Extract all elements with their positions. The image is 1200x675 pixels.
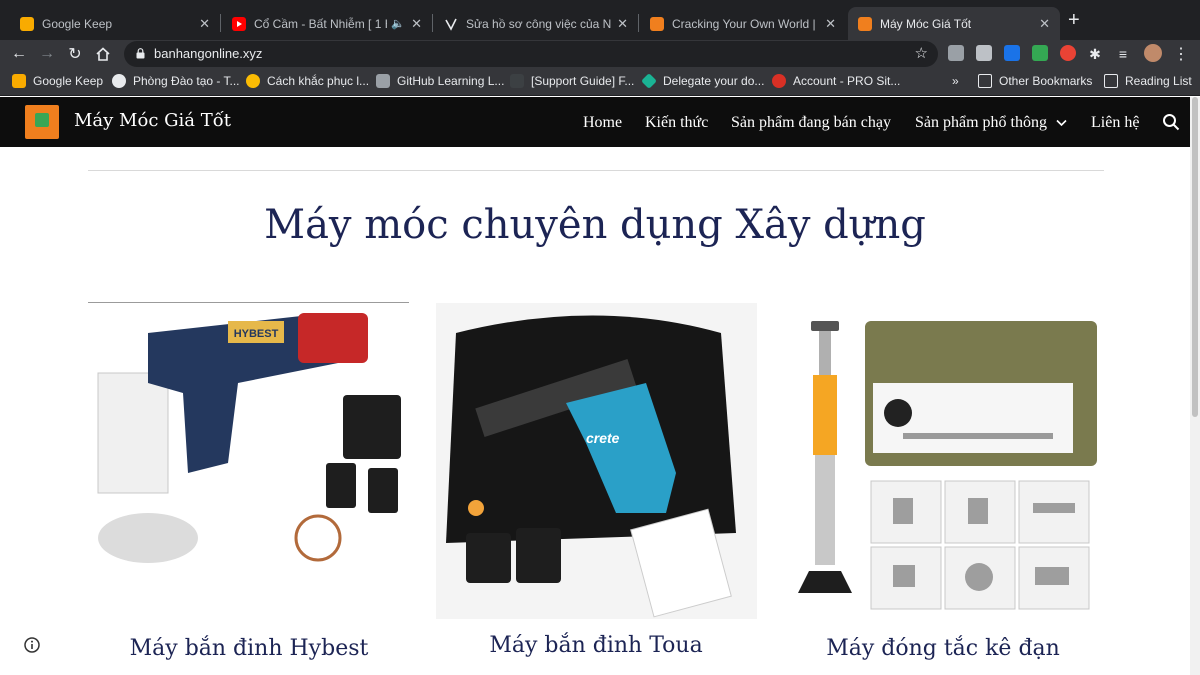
bookmark-star-icon[interactable]: ☆ [915, 44, 928, 62]
nav-lien-he[interactable]: Liên hệ [1091, 114, 1139, 132]
bookmarks-bar: Google Keep Phòng Đào tạo - T... Cách kh… [0, 68, 1200, 96]
google-keep-icon [20, 16, 34, 31]
product-image-hybest[interactable]: HYBEST [88, 303, 409, 583]
bookmark-item[interactable]: Google Keep [12, 74, 103, 88]
close-icon[interactable]: ✕ [825, 16, 836, 32]
media-control-icon[interactable]: ≡ [1112, 43, 1134, 65]
lock-icon [136, 48, 145, 59]
other-bookmarks-button[interactable]: Other Bookmarks [978, 74, 1092, 88]
home-button[interactable] [92, 43, 114, 65]
extension-icon[interactable] [976, 45, 992, 61]
url-text[interactable]: banhangonline.xyz [154, 46, 262, 61]
product-image-tac-ke[interactable] [783, 303, 1104, 621]
bookmark-item[interactable]: Account - PRO Sit... [772, 74, 900, 88]
product-image-toua[interactable]: crete [436, 303, 757, 619]
nav-san-pham-pho-thong[interactable]: Sản phẩm phổ thông [915, 114, 1047, 132]
tab-strip: Google Keep ✕ Cổ Cầm - Bất Nhiễm [ 1 Ho … [0, 0, 1200, 40]
back-button[interactable]: ← [8, 43, 30, 65]
bookmark-item[interactable]: Phòng Đào tạo - T... [112, 74, 240, 88]
upwork-icon [444, 17, 458, 31]
search-icon[interactable] [1162, 113, 1180, 131]
google-keep-icon [12, 74, 26, 88]
tab-title: Cracking Your Own World | Jus [672, 16, 819, 31]
divider [88, 170, 1104, 171]
site-logo[interactable] [25, 105, 59, 139]
bookmark-favicon-icon [641, 73, 657, 89]
bookmark-item[interactable]: [Support Guide] F... [510, 74, 634, 88]
close-icon[interactable]: ✕ [1039, 16, 1050, 32]
address-bar[interactable]: banhangonline.xyz ☆ [124, 41, 938, 67]
extension-icon[interactable] [1060, 45, 1076, 61]
tab-google-keep[interactable]: Google Keep ✕ [10, 7, 220, 40]
youtube-icon [232, 16, 246, 31]
tab-title: Google Keep [42, 16, 113, 31]
tab-separator [432, 14, 433, 32]
bookmark-favicon-icon [510, 74, 524, 88]
nav-san-pham-ban-chay[interactable]: Sản phẩm đang bán chạy [731, 114, 891, 132]
bookmark-item[interactable]: GitHub Learning L... [376, 74, 504, 88]
product-title-toua[interactable]: Máy bắn đinh Toua [426, 633, 766, 658]
product-title-tac-ke[interactable]: Máy đóng tắc kê đạn [773, 636, 1113, 661]
extension-check-icon[interactable] [1004, 45, 1020, 61]
site-favicon-icon [650, 16, 664, 31]
close-icon[interactable]: ✕ [411, 16, 422, 32]
forward-button[interactable]: → [36, 43, 58, 65]
brand-label: HYBEST [234, 328, 279, 340]
extension-icon[interactable] [948, 45, 964, 61]
page-title: Máy móc chuyên dụng Xây dựng [264, 202, 926, 248]
github-icon [376, 74, 390, 88]
globe-icon [112, 74, 126, 88]
nav-kien-thuc[interactable]: Kiến thức [645, 114, 708, 132]
menu-kebab-icon[interactable]: ⋮ [1170, 43, 1192, 65]
bookmark-item[interactable]: Delegate your do... [641, 73, 764, 89]
reload-button[interactable]: ↻ [64, 43, 86, 65]
bookmark-favicon-icon [246, 74, 260, 88]
bookmark-item[interactable]: Cách khắc phục l... [246, 74, 369, 88]
tab-title: Máy Móc Giá Tốt [880, 16, 972, 31]
site-favicon-icon [858, 16, 872, 31]
info-icon[interactable] [24, 637, 40, 653]
logo-mark [35, 113, 49, 127]
tab-title: Sửa hồ sơ công việc của Nguy [466, 16, 612, 31]
close-icon[interactable]: ✕ [617, 16, 628, 32]
site-header: Máy Móc Giá Tốt Home Kiến thức Sản phẩm … [0, 97, 1190, 147]
home-icon [96, 47, 110, 61]
tab-cracking[interactable]: Cracking Your Own World | Jus ✕ [640, 7, 846, 40]
product-title-hybest[interactable]: Máy bắn đinh Hybest [79, 636, 419, 661]
folder-icon [978, 74, 992, 88]
chevron-down-icon[interactable] [1056, 119, 1067, 127]
close-icon[interactable]: ✕ [199, 16, 210, 32]
tab-youtube[interactable]: Cổ Cầm - Bất Nhiễm [ 1 Ho 🔈 ✕ [222, 7, 432, 40]
reading-list-icon [1104, 74, 1118, 88]
bookmarks-overflow-button[interactable]: » [952, 74, 959, 88]
profile-avatar[interactable] [1144, 44, 1162, 62]
tab-upwork[interactable]: Sửa hồ sơ công việc của Nguy ✕ [434, 7, 638, 40]
tab-title: Cổ Cầm - Bất Nhiễm [ 1 Ho [254, 16, 388, 31]
nav-home[interactable]: Home [583, 114, 622, 132]
new-tab-button[interactable]: + [1068, 10, 1080, 30]
bookmark-favicon-icon [772, 74, 786, 88]
tab-separator [220, 14, 221, 32]
browser-toolbar: ← → ↻ banhangonline.xyz ☆ ✱ ≡ ⋮ [0, 40, 1200, 68]
extensions-puzzle-icon[interactable]: ✱ [1084, 43, 1106, 65]
tab-may-moc[interactable]: Máy Móc Giá Tốt ✕ [848, 7, 1060, 40]
extension-icon[interactable] [1032, 45, 1048, 61]
tab-separator [638, 14, 639, 32]
audio-icon[interactable]: 🔈 [391, 17, 405, 30]
scrollbar-thumb[interactable] [1192, 97, 1198, 417]
brand-label: crete [586, 430, 620, 446]
reading-list-button[interactable]: Reading List [1104, 74, 1192, 88]
site-name[interactable]: Máy Móc Giá Tốt [74, 110, 231, 131]
